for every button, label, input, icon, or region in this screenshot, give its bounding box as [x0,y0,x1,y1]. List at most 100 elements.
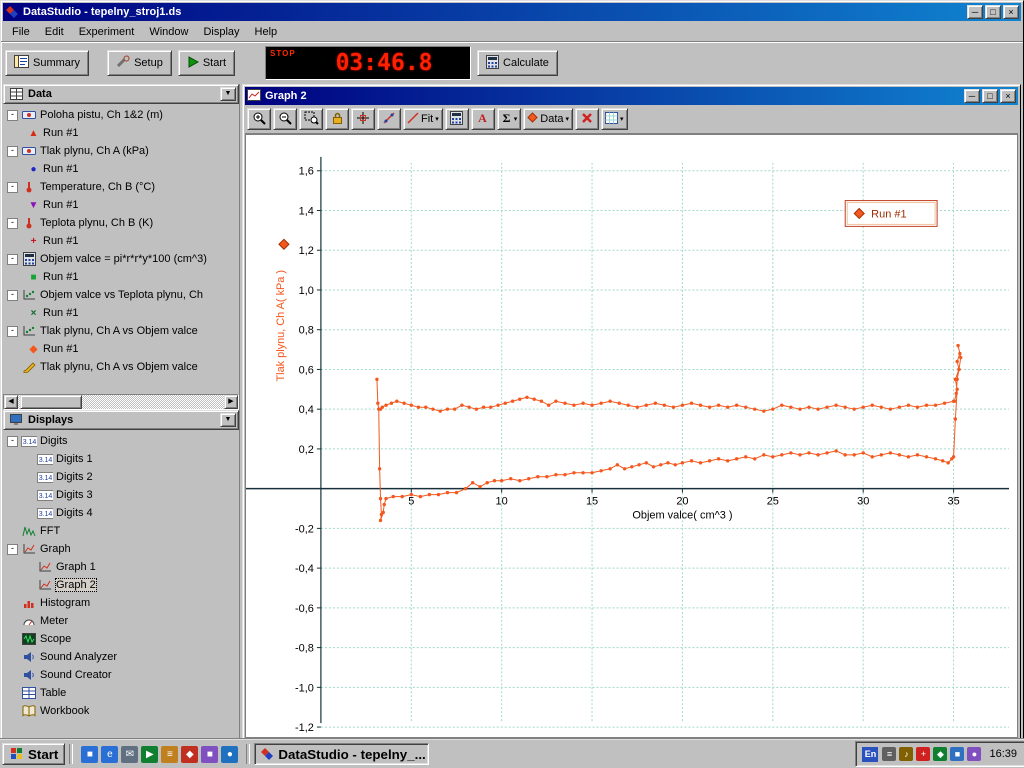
antivirus-icon[interactable]: + [916,747,930,761]
expander-icon[interactable]: - [7,290,18,301]
plot-area[interactable]: -1,2-1,0-0,8-0,6-0,4-0,20,20,40,60,81,01… [245,134,1018,738]
graph-restore-button[interactable]: □ [982,89,998,103]
display-item-digits-2[interactable]: 3.14Digits 2 [3,468,239,486]
app-icon [5,5,19,19]
graph-window-titlebar[interactable]: Graph 2 ─ □ × [245,87,1018,105]
data-source-label: Poloha pistu, Ch 1&2 (m) [40,109,163,121]
grid-settings-button[interactable]: ▾ [601,108,628,130]
slope-tool-button[interactable] [377,108,401,130]
display-item-graph-2[interactable]: Graph 2 [3,576,239,594]
mail-icon[interactable]: ✉ [121,746,138,763]
display-item-fft[interactable]: FFT [3,522,239,540]
scroll-left-button[interactable]: ◀ [4,395,18,409]
close-button[interactable]: × [1003,5,1019,19]
fit-menu-button[interactable]: Fit▾ [403,108,443,130]
start-button[interactable]: Start [178,50,235,76]
svg-text:0,4: 0,4 [299,404,314,416]
data-source-item[interactable]: -Temperature, Ch B (°C) [3,178,239,196]
graphics-icon[interactable]: ◆ [933,747,947,761]
volume-icon[interactable]: ♪ [899,747,913,761]
display-item-sound-analyzer[interactable]: Sound Analyzer [3,648,239,666]
data-source-item[interactable]: Tlak plynu, Ch A vs Objem valce [3,358,239,376]
expander-icon[interactable]: - [7,254,18,265]
display-item-workbook[interactable]: Workbook [3,702,239,720]
display-item-graph-1[interactable]: Graph 1 [3,558,239,576]
display-item-graph[interactable]: -Graph [3,540,239,558]
minimize-button[interactable]: ─ [967,5,983,19]
document-icon[interactable]: ≡ [161,746,178,763]
menu-edit[interactable]: Edit [38,24,71,40]
title-bar[interactable]: DataStudio - tepelny_stroj1.ds ─ □ × [3,3,1021,21]
display-icon[interactable]: ■ [950,747,964,761]
data-tree-hscrollbar[interactable]: ◀ ▶ [3,394,239,410]
text-annotation-button[interactable]: A [471,108,495,130]
zoom-select-button[interactable] [299,108,323,130]
smart-tool-button[interactable] [351,108,375,130]
summary-button[interactable]: Summary [5,50,89,76]
run-item[interactable]: ▲Run #1 [3,124,239,142]
menu-help[interactable]: Help [248,24,285,40]
package-icon[interactable]: ■ [201,746,218,763]
display-item-scope[interactable]: Scope [3,630,239,648]
scroll-right-button[interactable]: ▶ [224,395,238,409]
calculator-tool-button[interactable] [445,108,469,130]
scrollbar-thumb[interactable] [20,395,82,409]
display-item-digits-4[interactable]: 3.14Digits 4 [3,504,239,522]
data-source-item[interactable]: -Teplota plynu, Ch B (K) [3,214,239,232]
language-indicator[interactable]: En [862,747,878,762]
media-icon[interactable]: ▶ [141,746,158,763]
desktop-icon[interactable]: ■ [81,746,98,763]
zoom-out-button[interactable] [273,108,297,130]
displays-panel-dropdown-button[interactable]: ▼ [220,413,236,427]
display-item-digits-3[interactable]: 3.14Digits 3 [3,486,239,504]
display-item-meter[interactable]: Meter [3,612,239,630]
scrollbar-track[interactable] [18,395,224,409]
tools-icon[interactable]: ◆ [181,746,198,763]
menu-experiment[interactable]: Experiment [72,24,142,40]
data-panel-dropdown-button[interactable]: ▼ [220,87,236,101]
run-item[interactable]: ×Run #1 [3,304,239,322]
menu-window[interactable]: Window [142,24,195,40]
browser-icon[interactable]: e [101,746,118,763]
expander-icon[interactable]: - [7,182,18,193]
graph-close-button[interactable]: × [1000,89,1016,103]
scheduler-icon[interactable]: ● [967,747,981,761]
run-item[interactable]: +Run #1 [3,232,239,250]
data-source-item[interactable]: -Objem valce vs Teplota plynu, Ch [3,286,239,304]
maximize-button[interactable]: □ [985,5,1001,19]
run-item[interactable]: ●Run #1 [3,160,239,178]
expander-icon[interactable]: - [7,544,18,555]
run-item[interactable]: ▼Run #1 [3,196,239,214]
zoom-in-button[interactable] [247,108,271,130]
menu-file[interactable]: File [5,24,37,40]
keyboard-icon[interactable]: ≡ [882,747,896,761]
expander-icon[interactable]: - [7,218,18,229]
display-item-histogram[interactable]: Histogram [3,594,239,612]
expander-icon[interactable]: - [7,110,18,121]
expander-icon[interactable]: - [7,146,18,157]
expander-icon[interactable]: - [7,326,18,337]
menu-display[interactable]: Display [196,24,246,40]
datastudio-task-button[interactable]: DataStudio - tepelny_... [254,743,429,765]
data-source-item[interactable]: -Tlak plynu, Ch A vs Objem valce [3,322,239,340]
display-item-table[interactable]: Table [3,684,239,702]
scale-to-fit-button[interactable] [325,108,349,130]
run-item[interactable]: ■Run #1 [3,268,239,286]
run-item[interactable]: ◆Run #1 [3,340,239,358]
display-item-sound-creator[interactable]: Sound Creator [3,666,239,684]
data-source-item[interactable]: -Objem valce = pi*r*r*y*100 (cm^3) [3,250,239,268]
display-item-digits-1[interactable]: 3.14Digits 1 [3,450,239,468]
statistics-button[interactable]: Σ▾ [497,108,522,130]
data-source-item[interactable]: - Poloha pistu, Ch 1&2 (m) [3,106,239,124]
legend[interactable]: Run #1 [845,201,937,227]
setup-button[interactable]: Setup [107,50,172,76]
globe-icon[interactable]: ● [221,746,238,763]
graph-minimize-button[interactable]: ─ [964,89,980,103]
expander-icon[interactable]: - [7,436,18,447]
start-menu-button[interactable]: Start [2,743,65,765]
data-source-item[interactable]: -Tlak plynu, Ch A (kPa) [3,142,239,160]
delete-button[interactable] [575,108,599,130]
display-item-digits[interactable]: -3.14Digits [3,432,239,450]
data-menu-button[interactable]: Data▾ [523,108,573,130]
calculate-button[interactable]: Calculate [477,50,558,76]
